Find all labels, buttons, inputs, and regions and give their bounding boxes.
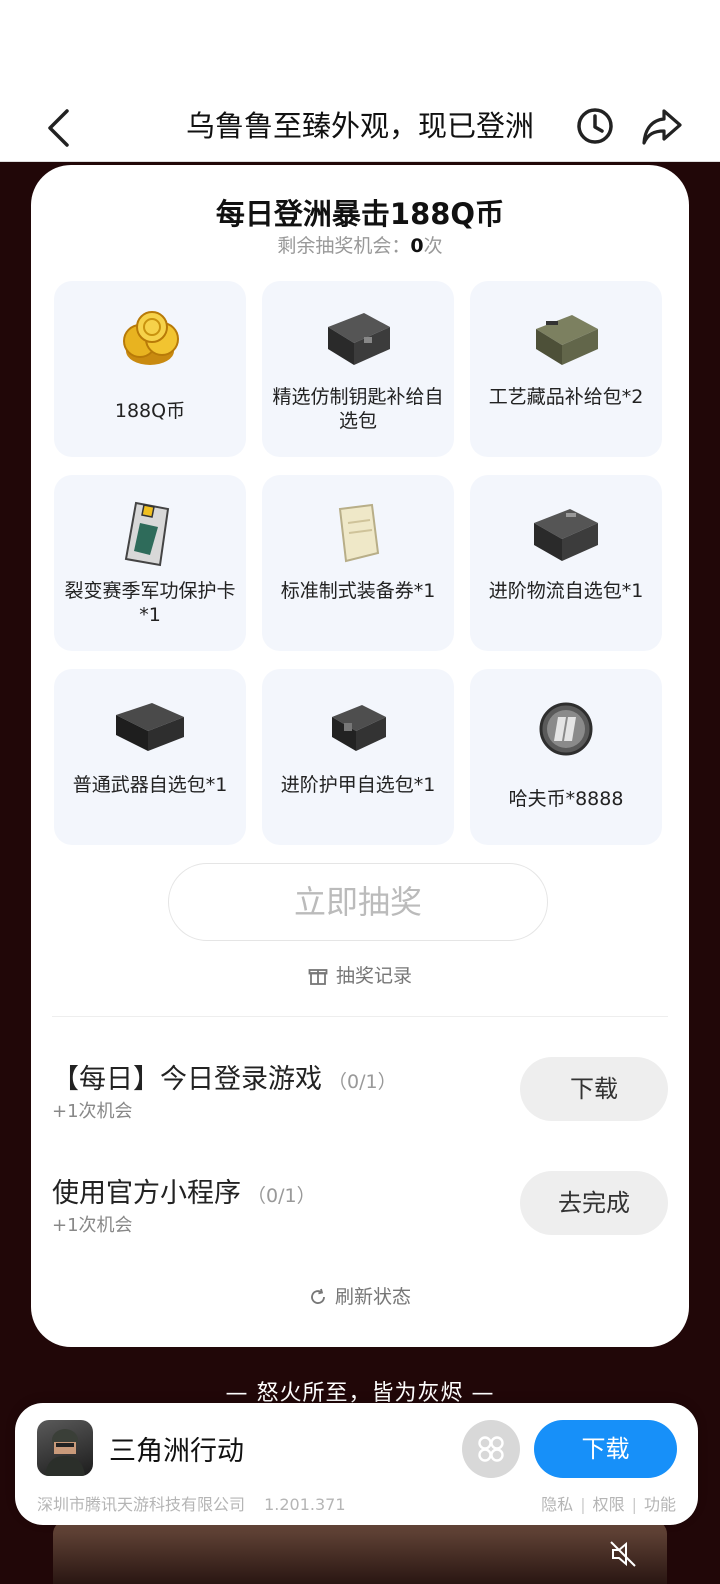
task-reward: +1次机会 [52, 1215, 133, 1236]
permissions-link[interactable]: 权限 [593, 1495, 625, 1514]
lottery-card: 每日登洲暴击188Q币 剩余抽奖机会：0次 188Q币 精选仿制钥匙补给自选包 [31, 165, 689, 1347]
lottery-title: 每日登洲暴击188Q币 [215, 197, 505, 231]
haf-coin-icon [539, 702, 593, 756]
more-options-button[interactable] [462, 1420, 520, 1478]
history-button[interactable] [574, 105, 616, 147]
section-divider [52, 1016, 668, 1017]
task-item: 【每日】今日登录游戏 （0/1） +1次机会 下载 [52, 1057, 668, 1127]
qcoin-stack-icon [123, 311, 179, 365]
task-progress: （0/1） [328, 1071, 397, 1093]
task-download-button[interactable]: 下载 [520, 1057, 668, 1121]
task-title: 使用官方小程序 [52, 1178, 241, 1209]
app-info-links: 隐私 | 权限 | 功能 [541, 1491, 676, 1515]
task-reward: +1次机会 [52, 1101, 133, 1122]
app-download-panel: 三角洲行动 下载 深圳市腾讯天游科技有限公司 1.201.371 隐私 | 权限 | 功… [15, 1403, 698, 1525]
task-progress: （0/1） [247, 1185, 316, 1207]
black-crate-icon [328, 313, 390, 365]
prize-item: 精选仿制钥匙补给自选包 [262, 281, 454, 457]
soldier-avatar-icon [45, 1429, 85, 1476]
refresh-status-button[interactable]: 刷新状态 [31, 1282, 689, 1309]
top-navigation-bar: 乌鲁鲁至臻外观，现已登洲 [0, 95, 720, 162]
armor-crate-icon [332, 705, 386, 751]
mute-icon[interactable] [607, 1538, 639, 1570]
privacy-link[interactable]: 隐私 [541, 1495, 573, 1514]
link-separator: | [631, 1495, 637, 1514]
task-title: 【每日】今日登录游戏 [52, 1064, 322, 1095]
prize-name: 工艺藏品补给包*2 [488, 386, 644, 408]
task-item: 使用官方小程序 （0/1） +1次机会 去完成 [52, 1171, 668, 1241]
prize-name: 精选仿制钥匙补给自选包 [272, 386, 444, 432]
prize-item: 工艺藏品补给包*2 [470, 281, 662, 457]
refresh-label: 刷新状态 [334, 1286, 411, 1308]
status-bar-area [0, 0, 720, 95]
prize-name: 哈夫币*8888 [508, 788, 624, 810]
prize-name: 进阶护甲自选包*1 [280, 774, 436, 796]
prize-item: 普通武器自选包*1 [54, 669, 246, 845]
refresh-icon [311, 1288, 325, 1304]
lottery-records-link[interactable]: 抽奖记录 [31, 961, 689, 988]
records-label: 抽奖记录 [335, 965, 412, 987]
share-arrow-icon [642, 109, 682, 145]
prize-name: 普通武器自选包*1 [72, 774, 228, 796]
chances-label: 剩余抽奖机会： [277, 235, 411, 257]
prize-name: 188Q币 [114, 400, 186, 422]
olive-crate-icon [536, 315, 598, 365]
app-version: 1.201.371 [264, 1495, 346, 1514]
features-link[interactable]: 功能 [644, 1495, 676, 1514]
chances-unit: 次 [423, 235, 443, 257]
prize-item: 188Q币 [54, 281, 246, 457]
prize-item: 标准制式装备券*1 [262, 475, 454, 651]
weapon-case-icon [116, 703, 184, 751]
protection-card-icon [124, 501, 170, 567]
app-icon [37, 1420, 93, 1476]
grid-icon [478, 1436, 504, 1462]
clock-icon [577, 108, 613, 144]
chances-remaining: 剩余抽奖机会：0次 [31, 231, 689, 258]
share-button[interactable] [640, 105, 684, 149]
voucher-icon [338, 503, 380, 563]
back-button[interactable] [38, 103, 78, 153]
task-name: 使用官方小程序 （0/1） [52, 1171, 316, 1210]
back-arrow-icon [48, 109, 69, 147]
task-name: 【每日】今日登录游戏 （0/1） [52, 1057, 397, 1096]
black-crate-icon [534, 509, 598, 561]
page-title: 乌鲁鲁至臻外观，现已登洲 [185, 109, 534, 143]
prize-item: 进阶护甲自选包*1 [262, 669, 454, 845]
app-name: 三角洲行动 [109, 1436, 244, 1467]
prize-item: 进阶物流自选包*1 [470, 475, 662, 651]
prize-item: 裂变赛季军功保护卡*1 [54, 475, 246, 651]
prize-name: 裂变赛季军功保护卡*1 [64, 580, 236, 626]
chances-count: 0 [410, 235, 424, 257]
draw-now-button[interactable]: 立即抽奖 [168, 863, 548, 941]
prize-item: 哈夫币*8888 [470, 669, 662, 845]
app-download-button[interactable]: 下载 [534, 1420, 677, 1478]
task-go-complete-button[interactable]: 去完成 [520, 1171, 668, 1235]
link-separator: | [580, 1495, 586, 1514]
prize-grid: 188Q币 精选仿制钥匙补给自选包 工艺藏品补给包*2 裂变赛季军功保护卡*1 … [54, 281, 662, 845]
prize-name: 标准制式装备券*1 [280, 580, 436, 602]
slogan-text: — 怒火所至，皆为灰烬 — [225, 1381, 495, 1403]
gift-icon [308, 969, 328, 985]
developer-name: 深圳市腾讯天游科技有限公司 [37, 1495, 246, 1514]
app-footer: 深圳市腾讯天游科技有限公司 1.201.371 隐私 | 权限 | 功能 [37, 1491, 676, 1515]
promo-video[interactable] [53, 1520, 667, 1584]
prize-name: 进阶物流自选包*1 [488, 580, 644, 602]
